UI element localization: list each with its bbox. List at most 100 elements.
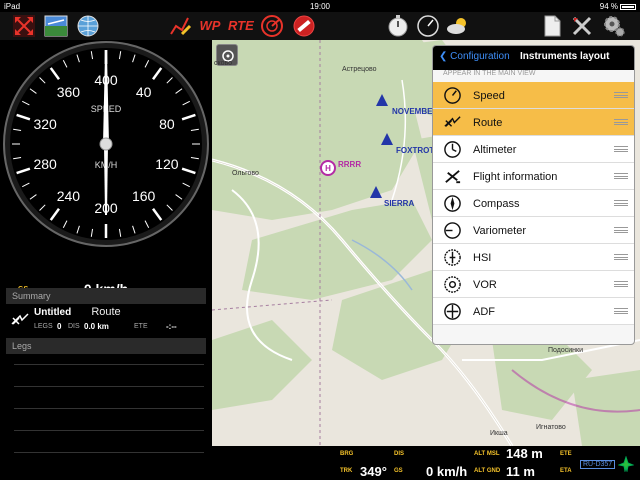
instrument-row-hsi[interactable]: HSI bbox=[433, 244, 634, 271]
radar-icon[interactable] bbox=[260, 14, 284, 38]
route-edit-icon[interactable] bbox=[168, 14, 192, 38]
reorder-handle-icon[interactable] bbox=[614, 227, 628, 233]
waypoint-sierra-label: SIERRA bbox=[384, 199, 415, 208]
altimeter-icon bbox=[444, 141, 461, 158]
instrument-label: Altimeter bbox=[473, 144, 517, 156]
trk-label: TRK bbox=[340, 468, 353, 474]
place-label: сково bbox=[214, 60, 233, 67]
clock: 19:00 bbox=[309, 2, 331, 11]
wp-icon[interactable]: WP bbox=[198, 14, 222, 38]
reorder-handle-icon[interactable] bbox=[614, 119, 628, 125]
hsi-icon bbox=[444, 249, 461, 266]
battery-percent: 94 % bbox=[599, 2, 618, 11]
speed-gauge[interactable]: 4080120160200240280320360400 SPEED KM/H bbox=[2, 40, 210, 248]
battery-icon bbox=[620, 3, 636, 10]
leg-divider bbox=[14, 386, 204, 387]
gs-value: 0 km/h bbox=[426, 464, 468, 479]
place-label: Подосинки bbox=[548, 347, 583, 354]
rte-icon[interactable]: RTE bbox=[228, 14, 254, 38]
alt-msl-value: 148 m bbox=[506, 446, 543, 461]
status-bar: iPad 19:00 94 % bbox=[0, 0, 640, 12]
panel-header: ❮ Configuration Instruments layout bbox=[433, 46, 634, 70]
instrument-row-route[interactable]: Route bbox=[433, 109, 634, 136]
reorder-handle-icon[interactable] bbox=[614, 92, 628, 98]
back-label: Configuration bbox=[450, 51, 510, 62]
reorder-handle-icon[interactable] bbox=[614, 254, 628, 260]
alt-gnd-value: 11 m bbox=[506, 464, 535, 479]
gauge-tick-label: 280 bbox=[33, 156, 57, 172]
instrument-label: Speed bbox=[473, 90, 505, 102]
tools-icon[interactable] bbox=[570, 14, 594, 38]
alt-msl-label: ALT MSL bbox=[474, 451, 500, 457]
gauge-tick-label: 160 bbox=[132, 188, 156, 204]
flight-info-icon bbox=[445, 170, 461, 184]
gauge-tick-label: 360 bbox=[57, 84, 81, 100]
instrument-row-flight-information[interactable]: Flight information bbox=[433, 163, 634, 190]
leg-divider bbox=[14, 364, 204, 365]
legs-value: 0 bbox=[57, 322, 62, 331]
legs-header: Legs bbox=[6, 338, 206, 354]
instrument-row-compass[interactable]: Compass bbox=[433, 190, 634, 217]
instruments-layout-panel: ❮ Configuration Instruments layout APPEA… bbox=[432, 45, 635, 345]
compass-icon bbox=[444, 195, 461, 212]
flight-data-bar: BRG TRK 349° DIS GS 0 km/h ALT MSL 148 m… bbox=[212, 446, 640, 480]
place-label: Игнатово bbox=[536, 424, 566, 431]
summary-header: Summary bbox=[6, 288, 206, 304]
reorder-handle-icon[interactable] bbox=[614, 281, 628, 287]
globe-icon[interactable] bbox=[76, 14, 100, 38]
reorder-handle-icon[interactable] bbox=[614, 308, 628, 314]
instrument-label: ADF bbox=[473, 306, 495, 318]
waypoint-foxtrot-label: FOXTROT bbox=[396, 146, 435, 155]
instrument-row-altimeter[interactable]: Altimeter bbox=[433, 136, 634, 163]
dis-label: DIS bbox=[394, 451, 405, 457]
instrument-panel: 4080120160200240280320360400 SPEED KM/H … bbox=[0, 40, 212, 480]
layers-icon[interactable] bbox=[44, 14, 68, 38]
panel-title: Instruments layout bbox=[520, 51, 610, 62]
trk-value: 349° bbox=[360, 464, 387, 479]
gauge-icon[interactable] bbox=[416, 14, 440, 38]
airspace-label: RU-D357 bbox=[580, 460, 616, 469]
vor-icon bbox=[444, 276, 461, 293]
ete-label: ETE bbox=[560, 451, 572, 457]
section-subheader: APPEAR IN THE MAIN VIEW bbox=[443, 70, 536, 77]
reorder-handle-icon[interactable] bbox=[614, 173, 628, 179]
aircraft-position-icon bbox=[618, 456, 634, 472]
legs-label: LEGS bbox=[34, 323, 53, 330]
instrument-row-variometer[interactable]: Variometer bbox=[433, 217, 634, 244]
instrument-label: VOR bbox=[473, 279, 497, 291]
alt-gnd-label: ALT GND bbox=[474, 468, 501, 474]
brg-label: BRG bbox=[340, 451, 354, 457]
back-button[interactable]: ❮ Configuration bbox=[439, 51, 510, 62]
gauge-tick-label: 120 bbox=[155, 156, 179, 172]
variometer-icon bbox=[444, 222, 461, 239]
dis-value: 0.0 km bbox=[84, 322, 109, 331]
reorder-handle-icon[interactable] bbox=[614, 200, 628, 206]
ete-value: -:-- bbox=[166, 322, 177, 331]
leg-divider bbox=[14, 430, 204, 431]
route-icon bbox=[11, 313, 29, 325]
place-label: Икша bbox=[490, 430, 508, 437]
toolbar: WP RTE bbox=[0, 12, 640, 40]
reorder-handle-icon[interactable] bbox=[614, 146, 628, 152]
no-entry-icon[interactable] bbox=[292, 14, 316, 38]
fullscreen-icon[interactable] bbox=[12, 14, 36, 38]
stopwatch-icon[interactable] bbox=[386, 14, 410, 38]
weather-icon[interactable] bbox=[446, 14, 470, 38]
place-label: Астрецово bbox=[342, 66, 377, 73]
gauge-tick-label: 80 bbox=[159, 116, 175, 132]
instrument-row-speed[interactable]: Speed bbox=[433, 82, 634, 109]
route-name: Untitled bbox=[34, 307, 72, 318]
ete-label: ETE bbox=[134, 323, 148, 330]
leg-divider bbox=[14, 408, 204, 409]
gauge-tick-label: 40 bbox=[136, 84, 152, 100]
gauge-tick-label: 320 bbox=[33, 116, 57, 132]
instrument-row-adf[interactable]: ADF bbox=[433, 298, 634, 325]
settings-icon[interactable] bbox=[602, 14, 626, 38]
route-summary-row[interactable]: Untitled LEGS 0 DIS 0.0 km ETE -:-- bbox=[6, 304, 206, 336]
instrument-row-vor[interactable]: VOR bbox=[433, 271, 634, 298]
document-icon[interactable] bbox=[540, 14, 564, 38]
dis-label: DIS bbox=[68, 323, 80, 330]
svg-text:H: H bbox=[325, 164, 331, 173]
gs-label: GS bbox=[394, 468, 403, 474]
instrument-label: Compass bbox=[473, 198, 520, 210]
